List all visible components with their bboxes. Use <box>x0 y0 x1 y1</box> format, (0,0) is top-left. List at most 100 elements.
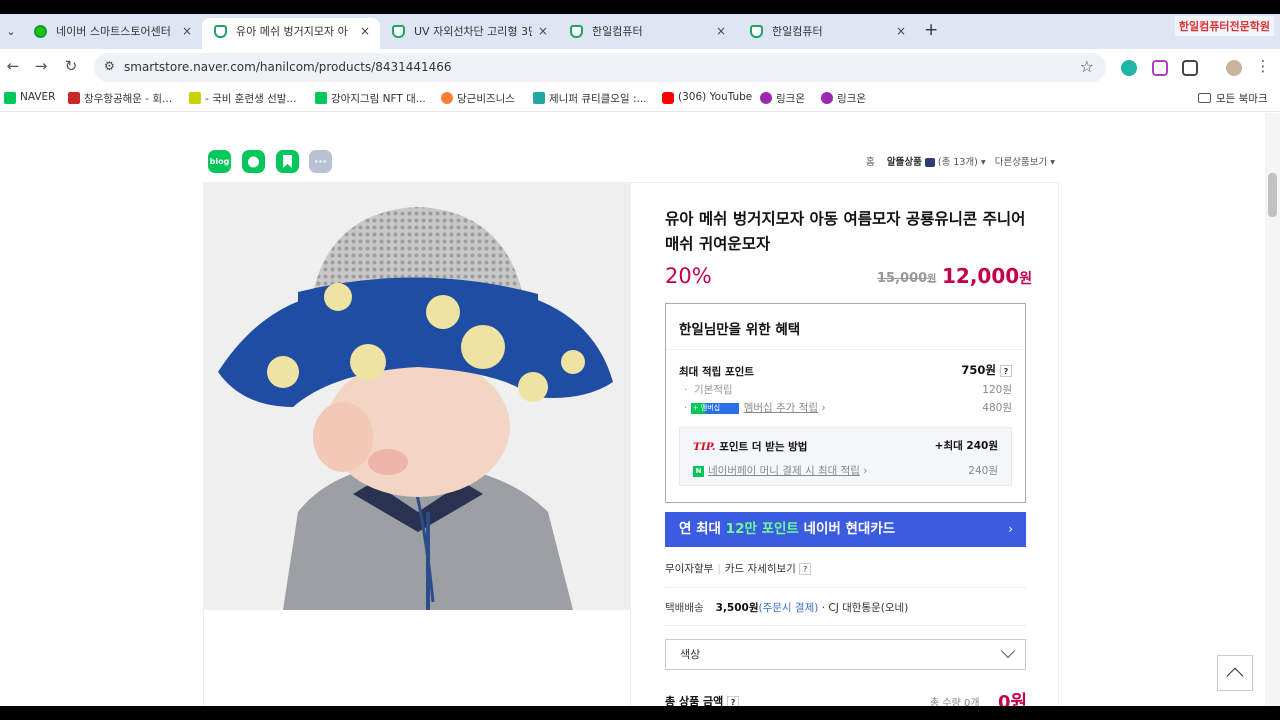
shipping-carrier: · CJ 대한통운(오네) <box>821 602 909 614</box>
color-option-select[interactable]: 색상 <box>665 639 1026 670</box>
bookmark-item[interactable]: 강아지그림 NFT 대... <box>315 91 426 106</box>
extensions-puzzle-icon[interactable] <box>1182 60 1198 76</box>
bookmark-item[interactable]: 당근비즈니스 <box>441 91 515 106</box>
tab-close-icon[interactable]: × <box>896 18 906 45</box>
sale-price-unit: 원 <box>1019 271 1033 287</box>
naver-icon <box>4 92 16 104</box>
tab-close-icon[interactable]: × <box>182 18 192 45</box>
tab-close-icon[interactable]: × <box>538 18 548 45</box>
tab-strip: ⌄ 네이버 스마트스토어센터 × 유아 메쉬 벙거지모자 아동 × UV 자외선… <box>0 14 1280 49</box>
tip-box: TIP. 포인트 더 받는 방법 +최대 240원 N 네이버페이 머니 결제 시… <box>679 427 1012 486</box>
menu-kebab-icon[interactable]: ⋮ <box>1252 57 1274 75</box>
tab-list-button[interactable]: ⌄ <box>0 22 22 42</box>
bookmark-star-icon[interactable]: ☆ <box>1080 57 1094 76</box>
bookmark-youtube[interactable]: (306) YouTube <box>662 91 753 104</box>
all-bookmarks-folder[interactable]: 모든 북마크 <box>1198 91 1268 106</box>
bookmark-item[interactable]: 창우항공해운 - 회... <box>68 91 172 106</box>
benefit-box: 한일님만을 위한 혜택 최대 적립 포인트 750원 ? · 기본적립 120원… <box>665 303 1026 503</box>
scrollbar-thumb[interactable] <box>1268 173 1277 217</box>
bookmark-label: 당근비즈니스 <box>457 93 515 105</box>
bookmark-icon <box>533 92 545 104</box>
tip-prefix: TIP. <box>693 441 716 453</box>
membership-link[interactable]: 멤버십 추가 적립 <box>744 402 818 414</box>
bookmark-label: 모든 북마크 <box>1216 93 1268 105</box>
extension-icon[interactable] <box>1152 60 1168 76</box>
naver-favicon-icon <box>34 25 47 38</box>
new-tab-button[interactable]: + <box>924 20 938 40</box>
installment-row: 무이자할부 | 카드 자세히보기 ? <box>665 561 812 576</box>
reload-icon[interactable]: ↻ <box>60 57 82 75</box>
talk-share-icon[interactable] <box>242 150 265 173</box>
npay-value: 240원 <box>968 465 998 477</box>
bookmark-label: 창우항공해운 - 회... <box>84 93 173 105</box>
deal-products-icon <box>924 158 935 167</box>
divider <box>666 349 1025 350</box>
youtube-icon <box>662 92 674 104</box>
tab-hanil-1[interactable]: 한일컴퓨터 × <box>558 18 736 49</box>
chevron-right-icon: › <box>1008 522 1013 536</box>
product-title: 유아 메쉬 벙거지모자 아동 여름모자 공룡유니콘 주니어 매쉬 귀여운모자 <box>665 210 1026 253</box>
basic-points-text: 기본적립 <box>694 384 733 396</box>
npay-link[interactable]: 네이버페이 머니 결제 시 최대 적립 <box>708 465 860 477</box>
divider <box>665 587 1026 588</box>
bookmark-item[interactable]: 링크온 <box>821 91 866 106</box>
bookmark-naver[interactable]: NAVER <box>4 91 56 104</box>
bookmark-item[interactable]: 링크온 <box>760 91 805 106</box>
watermark-logo: 한일컴퓨터전문학원 <box>1174 16 1274 36</box>
benefit-title: 한일님만을 위한 혜택 <box>679 322 801 338</box>
home-link[interactable]: 홈 <box>866 157 875 168</box>
bookmark-label: 제니퍼 큐티클오일 :... <box>549 93 647 105</box>
membership-row[interactable]: · + 멤버십 멤버십 추가 적립 › <box>684 400 826 415</box>
address-bar[interactable]: ⚙ smartstore.naver.com/hanilcom/products… <box>94 53 1106 82</box>
blog-share-icon[interactable]: blog <box>208 150 231 173</box>
option-label: 색상 <box>680 648 701 661</box>
divider <box>630 182 631 712</box>
deal-products-link[interactable]: 알뜰상품 <box>887 157 922 168</box>
installment-label: 무이자할부 <box>665 563 714 575</box>
chat-icon <box>248 156 259 168</box>
chevron-up-icon <box>1226 667 1244 685</box>
bookmark-icon <box>189 92 201 104</box>
max-points-value: 750원 ? <box>961 362 1012 378</box>
help-icon[interactable]: ? <box>799 563 812 575</box>
url-text: smartstore.naver.com/hanilcom/products/8… <box>124 60 452 74</box>
npay-row[interactable]: N 네이버페이 머니 결제 시 최대 적립 › <box>693 463 867 478</box>
tab-hanil-2[interactable]: 한일컴퓨터 × <box>738 18 916 49</box>
bookmark-label: 링크온 <box>837 93 866 105</box>
site-info-icon[interactable]: ⚙ <box>104 59 115 73</box>
original-price-unit: 원 <box>927 274 937 285</box>
product-image[interactable] <box>203 182 630 610</box>
tab-uv-product[interactable]: UV 자외선차단 고리형 3단 × <box>380 18 558 49</box>
back-icon[interactable]: ← <box>2 57 24 75</box>
deal-count: (총 13개) <box>937 157 978 168</box>
folder-icon <box>1198 93 1211 103</box>
bookmark-label: (306) YouTube <box>678 91 753 103</box>
scroll-to-top-button[interactable] <box>1217 655 1253 691</box>
original-price-value: 15,000 <box>877 271 928 286</box>
tip-heading: TIP. 포인트 더 받는 방법 <box>693 439 807 454</box>
shipping-price: 3,500원 <box>715 602 759 614</box>
store-favicon-icon <box>570 25 583 38</box>
more-share-icon[interactable]: ··· <box>309 150 332 173</box>
tab-label: 네이버 스마트스토어센터 <box>56 25 171 38</box>
bookmark-item[interactable]: 제니퍼 큐티클오일 :... <box>533 91 647 106</box>
original-price: 15,000원 <box>877 270 936 286</box>
card-detail-link[interactable]: 카드 자세히보기 <box>725 563 796 575</box>
bookmark-label: NAVER <box>20 91 56 103</box>
tab-product-hat[interactable]: 유아 메쉬 벙거지모자 아동 × <box>202 18 380 49</box>
page-scrollbar[interactable] <box>1265 113 1280 706</box>
extension-icon[interactable] <box>1121 60 1137 76</box>
bottom-frame <box>0 706 1280 720</box>
bookmark-item[interactable]: - 국비 훈련생 선발... <box>189 91 296 106</box>
tab-smartstore-center[interactable]: 네이버 스마트스토어센터 × <box>22 18 202 49</box>
more-products-link[interactable]: 다른상품보기 <box>995 157 1047 168</box>
tab-close-icon[interactable]: × <box>716 18 726 45</box>
tab-label: 한일컴퓨터 <box>592 25 643 38</box>
baby-hat-photo <box>203 182 630 610</box>
hyundai-card-banner[interactable]: 연 최대 12만 포인트 네이버 현대카드 › <box>665 512 1026 547</box>
forward-icon[interactable]: → <box>30 57 52 75</box>
help-icon[interactable]: ? <box>1000 364 1012 377</box>
profile-avatar[interactable] <box>1226 60 1242 76</box>
bookmark-share-icon[interactable] <box>276 150 299 173</box>
chevron-down-icon <box>1000 643 1016 659</box>
